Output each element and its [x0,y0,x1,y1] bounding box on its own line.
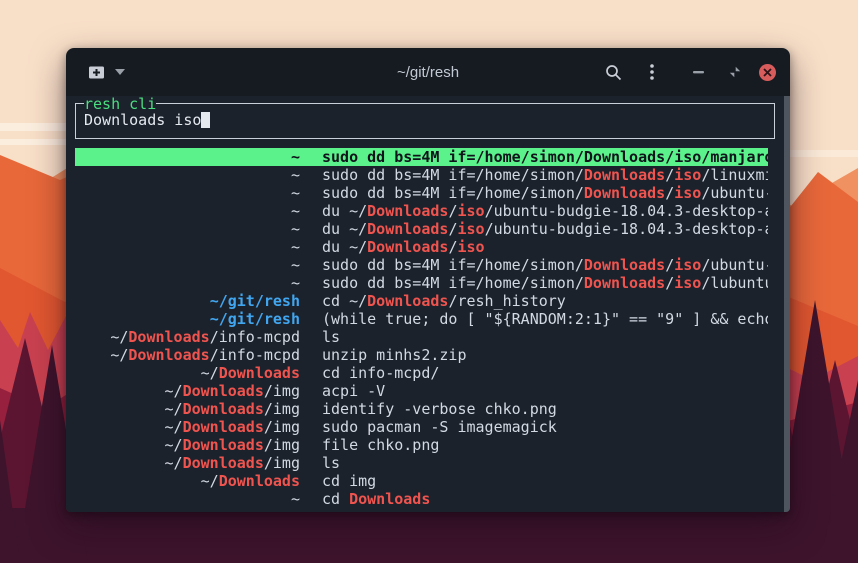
row-path: ~/Downloads/img [75,400,300,418]
terminal-content: resh cli Downloads iso ~ sudo dd bs=4M if… [66,96,790,512]
row-command: cd img [322,472,768,490]
history-row[interactable]: ~ sudo dd bs=4M if=/home/simon/Downloads/… [75,148,768,166]
row-path: ~/Downloads/img [75,382,300,400]
history-row[interactable]: ~/git/resh cd ~/Downloads/resh_history [75,292,768,310]
history-row[interactable]: ~/Downloads/img ls [75,454,768,472]
text-cursor [201,112,210,128]
titlebar[interactable]: ~/git/resh [66,48,790,96]
row-path: ~/Downloads [75,364,300,382]
row-path: ~/Downloads/img [75,418,300,436]
history-row[interactable]: ~/git/resh (while true; do [ "${RANDOM:2:… [75,310,768,328]
row-path: ~ [75,184,300,202]
row-path: ~/Downloads/img [75,454,300,472]
minimize-button[interactable] [687,61,709,83]
history-row[interactable]: ~ sudo dd bs=4M if=/home/simon/Downloads/… [75,184,768,202]
search-query-text: Downloads iso [84,111,201,129]
history-row[interactable]: ~/Downloads/img identify -verbose chko.pn… [75,400,768,418]
row-path: ~ [75,148,300,166]
row-command: cd ~/Downloads/resh_history [322,292,768,310]
new-tab-button[interactable] [88,65,125,80]
restore-button[interactable] [724,61,746,83]
row-path: ~ [75,202,300,220]
row-path: ~ [75,256,300,274]
history-row[interactable]: ~ sudo dd bs=4M if=/home/simon/Downloads/… [75,274,768,292]
row-path: ~/git/resh [75,310,300,328]
search-input[interactable]: Downloads iso [76,104,774,137]
row-path: ~ [75,274,300,292]
row-command: unzip minhs2.zip [322,346,768,364]
row-command: cd Downloads [322,490,768,508]
row-command: ls [322,328,768,346]
row-command: du ~/Downloads/iso/ubuntu-budgie-18.04.3… [322,220,768,238]
row-path: ~ [75,490,300,508]
history-row[interactable]: ~ du ~/Downloads/iso [75,238,768,256]
history-row[interactable]: ~/Downloads/img sudo pacman -S imagemagic… [75,418,768,436]
scrollbar[interactable] [784,96,790,512]
row-path: ~ [75,220,300,238]
row-command: sudo dd bs=4M if=/home/simon/Downloads/i… [322,256,768,274]
history-row[interactable]: ~ sudo dd bs=4M if=/home/simon/Downloads/… [75,256,768,274]
history-row[interactable]: ~ du ~/Downloads/iso/ubuntu-budgie-18.04.… [75,202,768,220]
row-path: ~/git/resh [75,292,300,310]
history-row[interactable]: ~/Downloads/info-mcpd unzip minhs2.zip [75,346,768,364]
history-row[interactable]: ~ sudo dd bs=4M if=/home/simon/Downloads/… [75,166,768,184]
row-command: identify -verbose chko.png [322,400,768,418]
row-command: sudo dd bs=4M if=/home/simon/Downloads/i… [322,184,768,202]
search-icon [605,64,622,81]
restore-icon [729,66,741,78]
close-button[interactable] [759,64,776,81]
kebab-menu-icon [650,64,654,80]
terminal-window: ~/git/resh [66,48,790,512]
panel-title: resh cli [84,96,156,113]
menu-button[interactable] [641,61,663,83]
row-command: du ~/Downloads/iso [322,238,768,256]
history-row[interactable]: ~/Downloads/info-mcpd ls [75,328,768,346]
row-command: du ~/Downloads/iso/ubuntu-budgie-18.04.3… [322,202,768,220]
minimize-icon [693,71,704,74]
chevron-down-icon [115,69,125,75]
row-path: ~ [75,238,300,256]
row-command: cd info-mcpd/ [322,364,768,382]
row-command: sudo dd bs=4M if=/home/simon/Downloads/i… [322,148,768,166]
history-row[interactable]: ~ cd Downloads [75,490,768,508]
search-panel: resh cli Downloads iso [75,103,775,139]
search-button[interactable] [602,61,624,83]
row-path: ~/Downloads/info-mcpd [75,346,300,364]
row-path: ~ [75,166,300,184]
history-row[interactable]: ~/Downloads cd info-mcpd/ [75,364,768,382]
row-path: ~/Downloads/img [75,436,300,454]
history-row[interactable]: ~/Downloads cd img [75,472,768,490]
row-command: sudo pacman -S imagemagick [322,418,768,436]
history-row[interactable]: ~/Downloads/img file chko.png [75,436,768,454]
row-path: ~/Downloads [75,472,300,490]
history-list: ~ sudo dd bs=4M if=/home/simon/Downloads/… [75,148,768,508]
row-command: ls [322,454,768,472]
history-row[interactable]: ~/Downloads/img acpi -V [75,382,768,400]
new-tab-icon [88,65,105,80]
history-row[interactable]: ~ du ~/Downloads/iso/ubuntu-budgie-18.04.… [75,220,768,238]
close-icon [763,68,772,77]
row-command: acpi -V [322,382,768,400]
row-command: sudo dd bs=4M if=/home/simon/Downloads/i… [322,274,768,292]
row-command: sudo dd bs=4M if=/home/simon/Downloads/i… [322,166,768,184]
row-path: ~/Downloads/info-mcpd [75,328,300,346]
row-command: file chko.png [322,436,768,454]
row-command: (while true; do [ "${RANDOM:2:1}" == "9"… [322,310,768,328]
